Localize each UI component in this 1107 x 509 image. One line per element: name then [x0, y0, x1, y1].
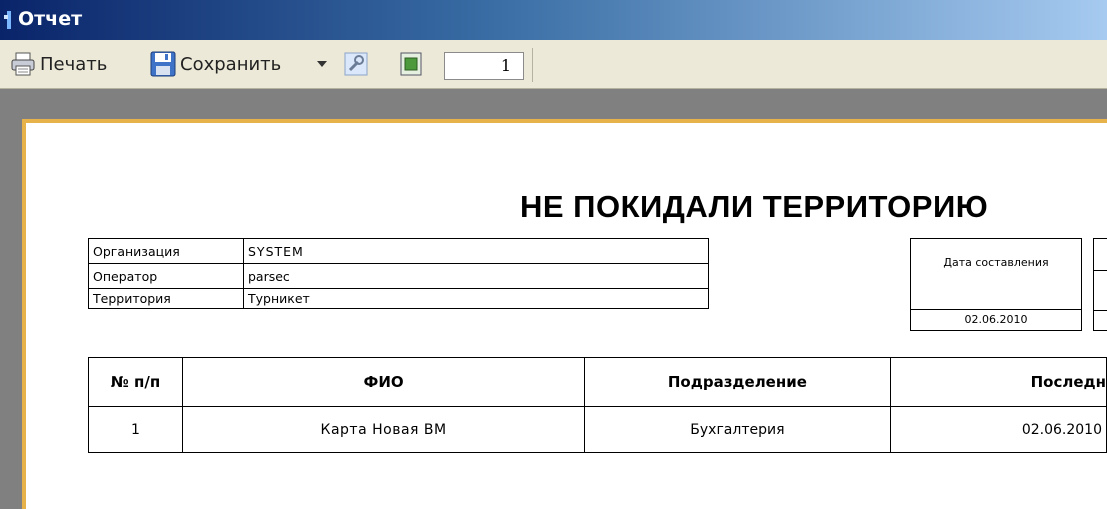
date-box: Дата составления 02.06.2010	[910, 238, 1082, 331]
tools-button[interactable]	[344, 50, 372, 78]
print-label: Печать	[40, 53, 108, 75]
table-cell: Карта Новая ВМ	[181, 406, 586, 453]
app-icon	[4, 11, 11, 29]
wrench-icon	[344, 52, 368, 76]
save-button[interactable]: Сохранить	[150, 50, 281, 78]
print-button[interactable]: Печать	[10, 50, 107, 78]
column-header: ФИО	[181, 357, 586, 407]
document-export-icon	[400, 52, 422, 76]
export-button[interactable]	[400, 50, 426, 78]
column-header: Подразделение	[584, 357, 891, 407]
table-cell: Бухгалтерия	[584, 406, 891, 453]
toolbar-separator	[532, 48, 533, 82]
info-label: Оператор	[88, 263, 244, 289]
report-title: НЕ ПОКИДАЛИ ТЕРРИТОРИЮ	[520, 189, 989, 224]
column-header: Последн	[889, 357, 1107, 407]
date-label: Дата составления	[911, 239, 1081, 310]
info-value: SYSTEM	[243, 238, 709, 264]
date-value: 02.06.2010	[964, 313, 1028, 326]
window-titlebar: Отчет	[0, 0, 1107, 40]
info-table: Организация SYSTEM Оператор parsec Терри…	[88, 238, 709, 309]
info-row: Территория Турникет	[88, 288, 709, 309]
save-label: Сохранить	[180, 53, 282, 75]
second-info-box	[1093, 238, 1107, 331]
table-header-row: № п/п ФИО Подразделение Последн	[88, 357, 1107, 407]
printer-icon	[11, 52, 35, 76]
info-value: parsec	[243, 263, 709, 289]
chevron-down-icon	[317, 61, 327, 67]
info-label: Организация	[88, 238, 244, 264]
window-title: Отчет	[18, 8, 83, 30]
floppy-disk-icon	[150, 51, 176, 77]
table-row: 1 Карта Новая ВМ Бухгалтерия 02.06.2010	[88, 406, 1107, 453]
save-dropdown-arrow[interactable]	[316, 50, 332, 78]
table-cell: 1	[88, 406, 183, 453]
page-number-input[interactable]: 1	[444, 52, 524, 80]
table-cell: 02.06.2010	[889, 406, 1107, 453]
column-header: № п/п	[88, 357, 183, 407]
info-row: Организация SYSTEM	[88, 238, 709, 264]
info-row: Оператор parsec	[88, 263, 709, 289]
info-value: Турникет	[243, 288, 709, 309]
report-table: № п/п ФИО Подразделение Последн 1 Карта …	[88, 357, 1107, 453]
info-label: Территория	[88, 288, 244, 309]
